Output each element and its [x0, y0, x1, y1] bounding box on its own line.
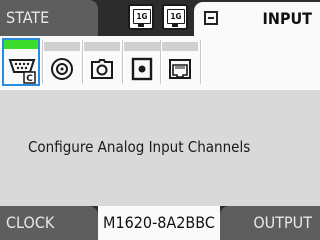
channel-bnc[interactable] — [44, 38, 82, 86]
channel-status-bar — [124, 42, 160, 51]
ethernet-1g-label: 1G — [133, 9, 151, 24]
main-panel: Configure Analog Input Channels — [0, 90, 320, 206]
device-id: M1620-8A2BBC — [98, 206, 220, 240]
channel-strip: C — [0, 36, 320, 90]
dot-connector-icon — [131, 57, 153, 81]
divider — [200, 40, 203, 84]
instruction-text: Configure Analog Input Channels — [28, 138, 251, 156]
channel-badge: C — [26, 74, 33, 84]
analog-input-icon: C — [8, 59, 36, 84]
ethernet-1g-icon: 1G — [162, 4, 188, 30]
channel-status-bar — [4, 40, 38, 49]
channel-camera[interactable] — [84, 38, 122, 86]
output-button[interactable]: OUTPUT — [220, 206, 320, 240]
bnc-connector-icon — [51, 58, 73, 80]
ethernet-1g-icon: 1G — [128, 4, 154, 30]
input-tab[interactable]: INPUT — [194, 2, 320, 36]
clock-button-label: CLOCK — [6, 213, 55, 232]
channel-status-bar — [44, 42, 80, 51]
output-button-label: OUTPUT — [253, 213, 312, 232]
camera-connector-icon — [91, 59, 113, 79]
channel-analog-input[interactable]: C — [2, 38, 40, 86]
bottom-bar: CLOCK M1620-8A2BBC OUTPUT — [0, 206, 320, 240]
clock-button[interactable]: CLOCK — [0, 206, 98, 240]
state-tab-label: STATE — [6, 8, 50, 27]
state-tab[interactable]: STATE — [0, 0, 98, 36]
input-tab-label: INPUT — [262, 9, 312, 28]
channel-status-bar — [84, 42, 120, 51]
ethernet-1g-label: 1G — [167, 9, 185, 24]
channel-status-bar — [162, 42, 198, 51]
rj45-port-icon — [169, 59, 191, 79]
channel-rj45[interactable] — [162, 38, 200, 86]
channel-dot[interactable] — [124, 38, 162, 86]
top-bar: STATE 1G 1G INPUT — [0, 0, 320, 36]
collapse-icon[interactable] — [204, 11, 218, 25]
